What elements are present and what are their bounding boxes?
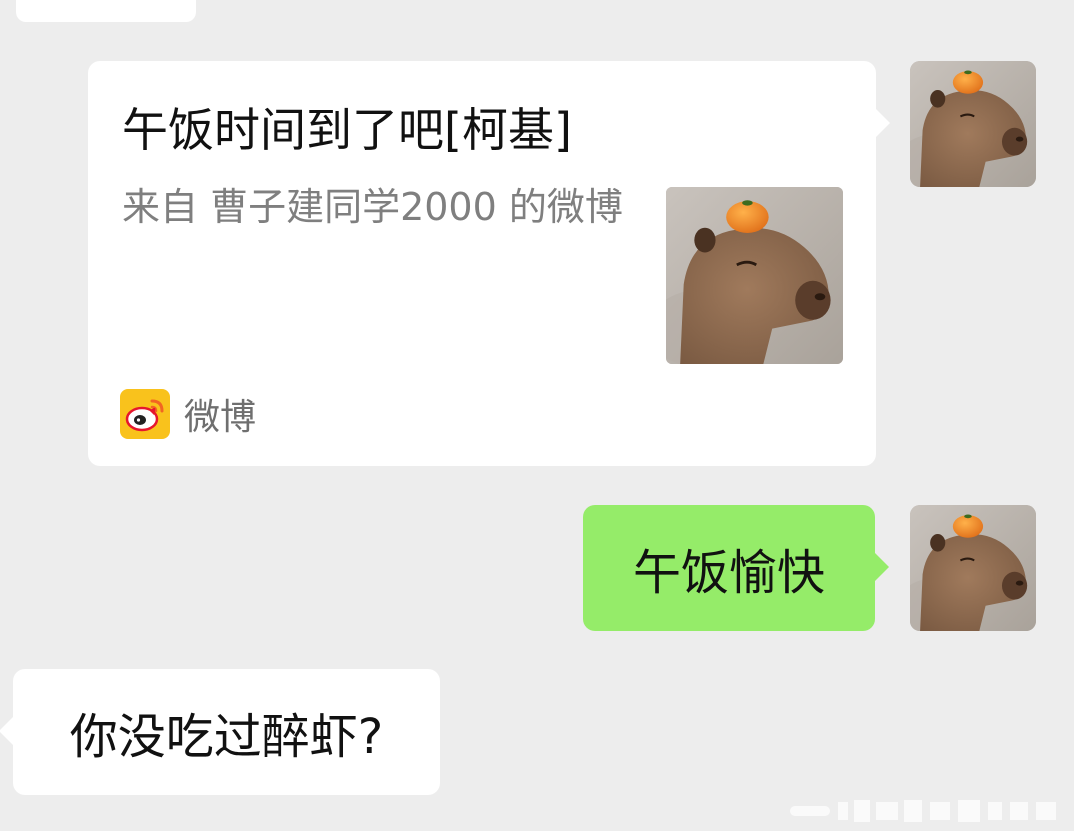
card-thumbnail-image bbox=[666, 187, 843, 364]
card-title: 午饭时间到了吧[柯基] bbox=[122, 103, 572, 157]
previous-message-bubble bbox=[16, 0, 196, 22]
received-message-text: 你没吃过醉虾? bbox=[69, 709, 384, 765]
card-description: 来自 曹子建同学2000 的微博 bbox=[122, 185, 623, 229]
watermark-image bbox=[790, 798, 1060, 824]
card-source: 微博 bbox=[120, 389, 256, 439]
weibo-share-card[interactable]: 午饭时间到了吧[柯基] 来自 曹子建同学2000 的微博 微博 bbox=[88, 61, 890, 466]
sent-message-text: 午饭愉快 bbox=[632, 545, 825, 601]
card-source-label: 微博 bbox=[184, 397, 257, 438]
received-message-bubble[interactable]: 你没吃过醉虾? bbox=[0, 669, 440, 795]
my-avatar[interactable] bbox=[910, 505, 1036, 631]
weibo-logo-icon bbox=[120, 389, 170, 439]
sent-message-bubble[interactable]: 午饭愉快 bbox=[583, 505, 889, 631]
my-avatar[interactable] bbox=[910, 61, 1036, 187]
